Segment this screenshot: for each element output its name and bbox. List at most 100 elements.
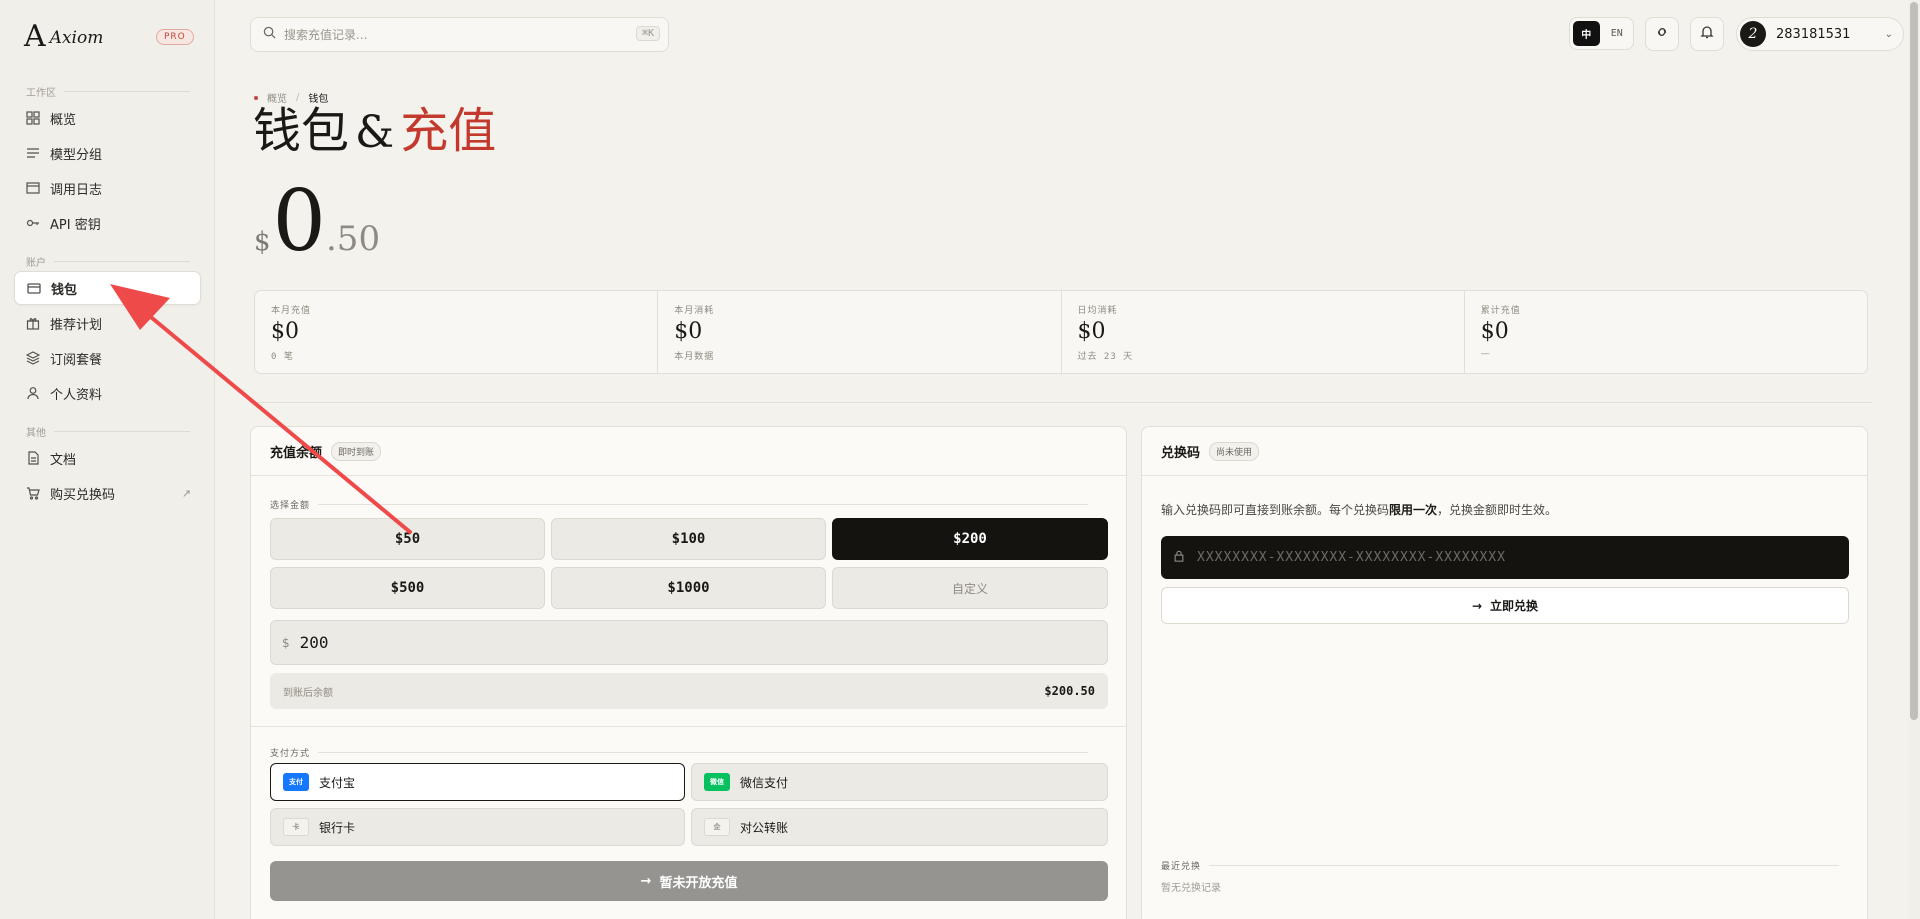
- pro-badge: PRO: [156, 29, 194, 45]
- alipay-icon: 支付: [283, 773, 309, 791]
- sidebar-item-referral[interactable]: 推荐计划: [14, 306, 201, 340]
- user-icon: [25, 386, 40, 401]
- bell-icon: [1700, 25, 1714, 43]
- amount-input[interactable]: $ 200: [270, 620, 1108, 665]
- sidebar-item-label: API 密钥: [50, 217, 101, 233]
- section-workspace: 工作区: [26, 84, 190, 99]
- amount-1000-button[interactable]: $1000: [551, 567, 826, 609]
- balance-currency: $: [254, 227, 271, 257]
- amount-500-button[interactable]: $500: [270, 567, 545, 609]
- key-icon: [25, 216, 40, 231]
- balance-after-value: $200.50: [1044, 684, 1095, 698]
- redeem-description: 输入兑换码即可直接到账余额。每个兑换码限用一次，兑换金额即时生效。: [1161, 503, 1558, 517]
- lang-zh-button[interactable]: 中: [1573, 21, 1600, 46]
- sidebar-item-label: 文档: [50, 452, 77, 468]
- stats-row: 本月充值 $0 0 笔 本月消耗 $0 本月数据 日均消耗 $0 过去 23 天 累计充值 $…: [254, 290, 1868, 374]
- amount-100-button[interactable]: $100: [551, 518, 826, 560]
- sidebar-item-label: 推荐计划: [50, 317, 103, 333]
- sidebar-item-label: 调用日志: [50, 182, 103, 198]
- wallet-icon: [26, 281, 41, 296]
- sidebar-item-label: 钱包: [51, 282, 78, 298]
- arrow-right-icon: →: [1471, 598, 1483, 613]
- sidebar-item-subscriptions[interactable]: 订阅套餐: [14, 341, 201, 375]
- brand-name: Axiom: [49, 28, 104, 48]
- card-icon: 卡: [283, 818, 309, 836]
- layers-icon: [25, 351, 40, 366]
- redeem-title: 兑换码: [1161, 445, 1201, 461]
- pay-bank-card[interactable]: 卡 银行卡: [270, 808, 685, 846]
- sidebar-item-buy-codes[interactable]: 购买兑换码 ↗: [14, 476, 201, 510]
- amount-custom-button[interactable]: 自定义: [832, 567, 1108, 609]
- sidebar-item-label: 个人资料: [50, 387, 103, 403]
- sidebar: A Axiom PRO 工作区 概览 模型分组 调用日志 API 密钥 账户 钱…: [0, 0, 215, 919]
- stat-daily-usage: 日均消耗 $0 过去 23 天: [1062, 291, 1465, 373]
- redeem-button[interactable]: → 立即兑换: [1161, 587, 1849, 624]
- balance-display: $ 0 .50: [254, 176, 380, 266]
- recent-redeem-label: 最近兑换: [1161, 859, 1840, 872]
- breadcrumb-dot: [254, 95, 258, 100]
- stat-month-recharge: 本月充值 $0 0 笔: [255, 291, 659, 373]
- list-icon: [25, 146, 40, 161]
- sidebar-item-api-keys[interactable]: API 密钥: [14, 206, 201, 240]
- pay-wechat[interactable]: 微信 微信支付: [691, 763, 1108, 801]
- sidebar-item-label: 模型分组: [50, 147, 103, 163]
- amount-value: 200: [299, 633, 329, 652]
- search-input[interactable]: 搜索充值记录... ⌘K: [250, 17, 669, 52]
- empty-redeem-text: 暂无兑换记录: [1161, 883, 1221, 894]
- sidebar-item-label: 概览: [50, 112, 77, 128]
- stat-month-usage: 本月消耗 $0 本月数据: [658, 291, 1062, 373]
- sidebar-item-model-groups[interactable]: 模型分组: [14, 136, 201, 170]
- user-id: 283181531: [1776, 26, 1851, 42]
- redeem-placeholder: XXXXXXXX-XXXXXXXX-XXXXXXXX-XXXXXXXX: [1197, 550, 1506, 565]
- notifications-button[interactable]: [1690, 17, 1724, 51]
- lang-en-button[interactable]: EN: [1604, 21, 1631, 46]
- sidebar-item-call-logs[interactable]: 调用日志: [14, 171, 201, 205]
- instant-badge: 即时到账: [331, 441, 382, 461]
- sidebar-item-docs[interactable]: 文档: [14, 441, 201, 475]
- wechat-icon: 微信: [704, 773, 730, 791]
- stat-total-recharge: 累计充值 $0—: [1480, 306, 1521, 359]
- amount-200-button[interactable]: $200: [832, 518, 1108, 560]
- link-icon: [1655, 25, 1669, 43]
- gift-icon: [25, 316, 40, 331]
- language-switcher: 中 EN: [1569, 17, 1634, 50]
- corporate-icon: 企: [704, 818, 730, 836]
- grid-icon: [25, 111, 40, 126]
- divider: [250, 402, 1872, 403]
- search-shortcut: ⌘K: [635, 26, 660, 41]
- chevron-down-icon: ⌄: [1884, 28, 1893, 40]
- logo-icon: A: [24, 19, 46, 54]
- pay-corporate-transfer[interactable]: 企 对公转账: [691, 808, 1108, 846]
- brand[interactable]: A Axiom: [24, 22, 103, 52]
- scrollbar-thumb[interactable]: [1910, 2, 1918, 720]
- select-amount-label: 选择金额: [270, 498, 1089, 511]
- sidebar-item-label: 购买兑换码: [50, 487, 116, 503]
- doc-icon: [25, 451, 40, 466]
- submit-recharge-button[interactable]: → 暂未开放充值: [270, 861, 1108, 901]
- balance-decimal: .50: [326, 219, 381, 259]
- pay-method-label: 支付方式: [270, 746, 1089, 759]
- search-icon: [263, 26, 276, 43]
- page-title: 钱包 & 充值: [253, 103, 497, 159]
- arrow-right-icon: →: [640, 873, 652, 889]
- recharge-card: 充值余额 即时到账 选择金额 $50 $100 $200 $500 $1000 …: [250, 426, 1127, 919]
- avatar: 2: [1740, 21, 1766, 47]
- redeem-card: 兑换码 尚未使用 输入兑换码即可直接到账余额。每个兑换码限用一次，兑换金额即时生…: [1141, 426, 1868, 919]
- balance-integer: 0: [272, 172, 326, 270]
- external-link-icon: ↗: [181, 486, 191, 500]
- section-account: 账户: [26, 254, 190, 269]
- section-other: 其他: [26, 424, 190, 439]
- sidebar-item-wallet[interactable]: 钱包: [14, 271, 201, 305]
- user-menu[interactable]: 2 283181531 ⌄: [1736, 17, 1904, 51]
- recharge-title: 充值余额: [270, 445, 323, 461]
- search-placeholder: 搜索充值记录...: [284, 28, 368, 42]
- sidebar-item-overview[interactable]: 概览: [14, 101, 201, 135]
- pay-alipay[interactable]: 支付 支付宝: [270, 763, 685, 801]
- amount-50-button[interactable]: $50: [270, 518, 545, 560]
- cart-icon: [25, 486, 40, 501]
- balance-after-row: 到账后余额 $200.50: [270, 673, 1108, 709]
- sidebar-item-label: 订阅套餐: [50, 352, 103, 368]
- theme-toggle-button[interactable]: [1645, 17, 1679, 51]
- sidebar-item-profile[interactable]: 个人资料: [14, 376, 201, 410]
- redeem-code-input[interactable]: XXXXXXXX-XXXXXXXX-XXXXXXXX-XXXXXXXX: [1161, 536, 1849, 579]
